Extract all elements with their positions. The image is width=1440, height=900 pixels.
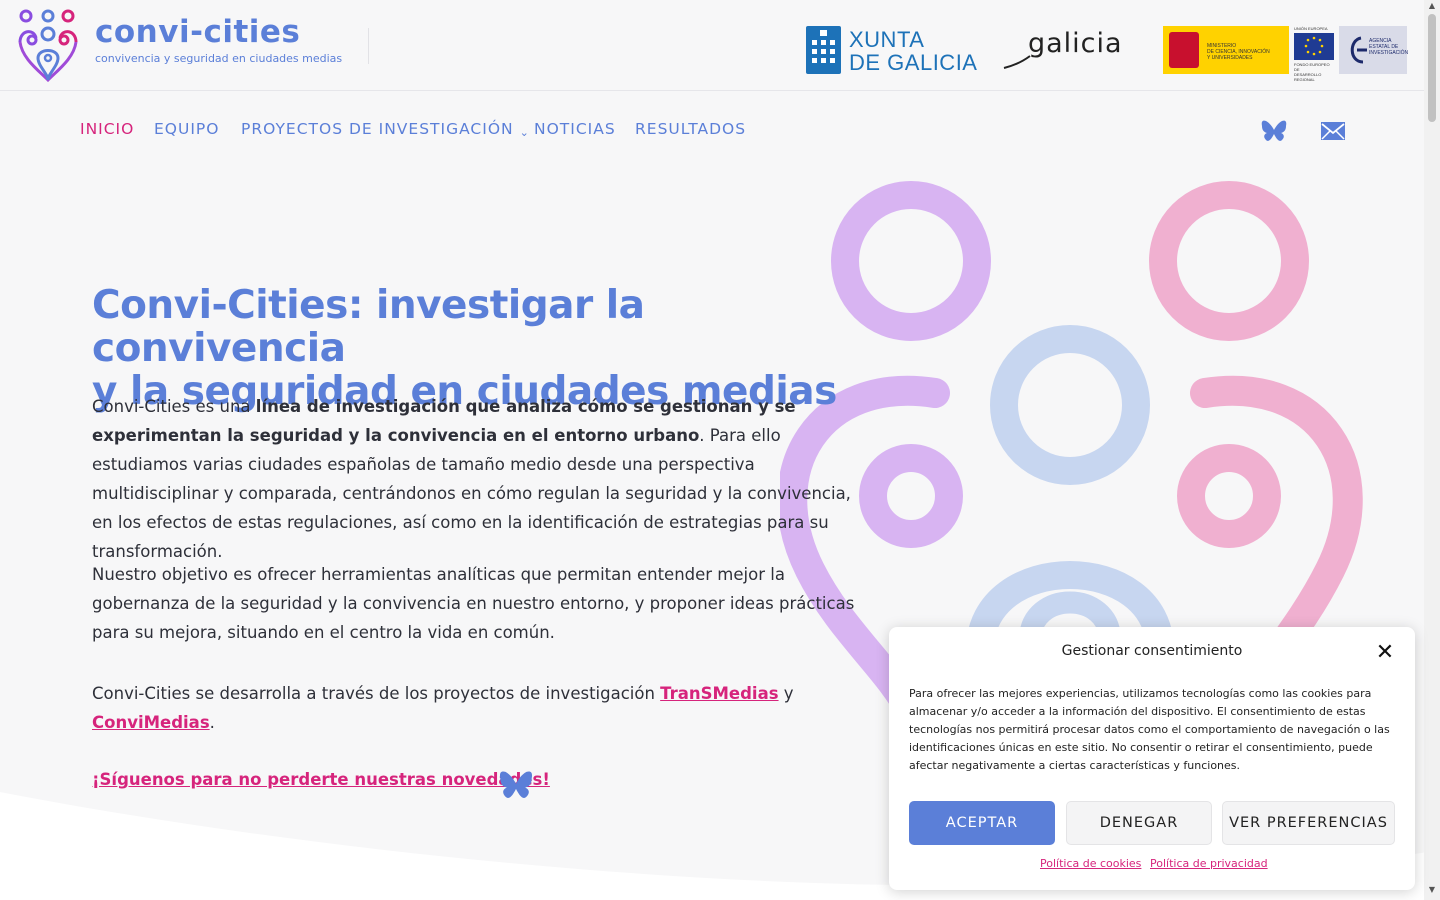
xunta-line1: XUNTA (849, 27, 925, 52)
eu-bottom-line2: DESARROLLO REGIONAL (1294, 72, 1322, 82)
brand-name[interactable]: convi-cities (95, 14, 300, 50)
cookie-consent-dialog: Gestionar consentimiento ✕ Para ofrecer … (889, 627, 1415, 890)
eu-flag-icon (1294, 33, 1334, 60)
accept-button[interactable]: ACEPTAR (909, 801, 1055, 845)
intro-paragraph: Convi-Cities es una línea de investigaci… (92, 392, 867, 566)
bluesky-icon[interactable] (1260, 118, 1288, 144)
ministerio-ciencia-logo: MINISTERIO DE CIENCIA, INNOVACIÓN Y UNIV… (1163, 26, 1289, 74)
close-icon[interactable]: ✕ (1373, 641, 1397, 665)
brand-tagline: convivencia y seguridad en ciudades medi… (95, 52, 343, 65)
projects-text-post: . (209, 713, 215, 732)
deny-button[interactable]: DENEGAR (1066, 801, 1212, 845)
spain-crest-icon (1169, 32, 1199, 68)
eu-bottom-line1: FONDO EUROPEO DE (1294, 62, 1330, 72)
privacy-policy-link[interactable]: Política de privacidad (1150, 857, 1268, 870)
scroll-up-arrow-icon[interactable]: ▲ (1428, 2, 1436, 10)
projects-paragraph: Convi-Cities se desarrolla a través de l… (92, 679, 867, 737)
main-nav: INICIO EQUIPO PROYECTOS DE INVESTIGACIÓN… (0, 90, 1424, 170)
xunta-de-galicia-logo: XUNTA DE GALICIA (806, 26, 978, 74)
intro-text-pre: Convi-Cities es una (92, 397, 256, 416)
site-header: convi-cities convivencia y seguridad en … (0, 0, 1424, 91)
eu-top-text: UNIÓN EUROPEA (1294, 26, 1328, 31)
hero-title-line1: Convi-Cities: investigar la convivencia (92, 283, 645, 371)
chevron-down-icon: ⌄ (519, 126, 530, 139)
intro-text-post: . Para ello estudiamos varias ciudades e… (92, 426, 851, 561)
xunta-line2: DE GALICIA (849, 50, 978, 75)
agencia-estatal-logo: AGENCIA ESTATAL DE INVESTIGACIÓN (1339, 26, 1409, 74)
xunta-shield-icon (806, 26, 841, 74)
header-divider (368, 28, 369, 64)
ministerio-line3: Y UNIVERSIDADES (1207, 55, 1253, 61)
transmedias-link[interactable]: TranSMedias (660, 684, 778, 703)
nav-item-proyectos-label: PROYECTOS DE INVESTIGACIÓN (241, 120, 514, 138)
view-preferences-button[interactable]: VER PREFERENCIAS (1222, 801, 1395, 845)
scrollbar-thumb[interactable] (1428, 14, 1436, 122)
convi-cities-logo[interactable] (16, 8, 80, 82)
projects-text-pre: Convi-Cities se desarrolla a través de l… (92, 684, 661, 703)
eu-feder-logo: UNIÓN EUROPEA FONDO EUROPEO DE DESARROLL… (1292, 26, 1336, 82)
mail-icon[interactable] (1319, 118, 1347, 144)
galicia-logo: galicia (1002, 26, 1126, 72)
consent-description: Para ofrecer las mejores experiencias, u… (909, 687, 1390, 772)
scrollbar-track[interactable] (1424, 0, 1440, 900)
aei-line3: INVESTIGACIÓN (1369, 50, 1409, 56)
nav-item-noticias[interactable]: NOTICIAS (534, 120, 616, 138)
nav-item-resultados[interactable]: RESULTADOS (635, 120, 746, 138)
convimedias-link[interactable]: ConviMedias (92, 713, 210, 732)
galicia-wordmark: galicia (1028, 28, 1123, 59)
projects-text-mid: y (778, 684, 794, 703)
nav-item-proyectos[interactable]: PROYECTOS DE INVESTIGACIÓN ⌄ (241, 120, 530, 139)
nav-item-equipo[interactable]: EQUIPO (154, 120, 219, 138)
consent-title: Gestionar consentimiento (1061, 643, 1243, 659)
cookie-policy-link[interactable]: Política de cookies (1040, 857, 1141, 870)
scroll-down-arrow-icon[interactable]: ▼ (1428, 886, 1436, 894)
objective-paragraph: Nuestro objetivo es ofrecer herramientas… (92, 565, 855, 642)
nav-item-inicio[interactable]: INICIO (80, 120, 134, 138)
